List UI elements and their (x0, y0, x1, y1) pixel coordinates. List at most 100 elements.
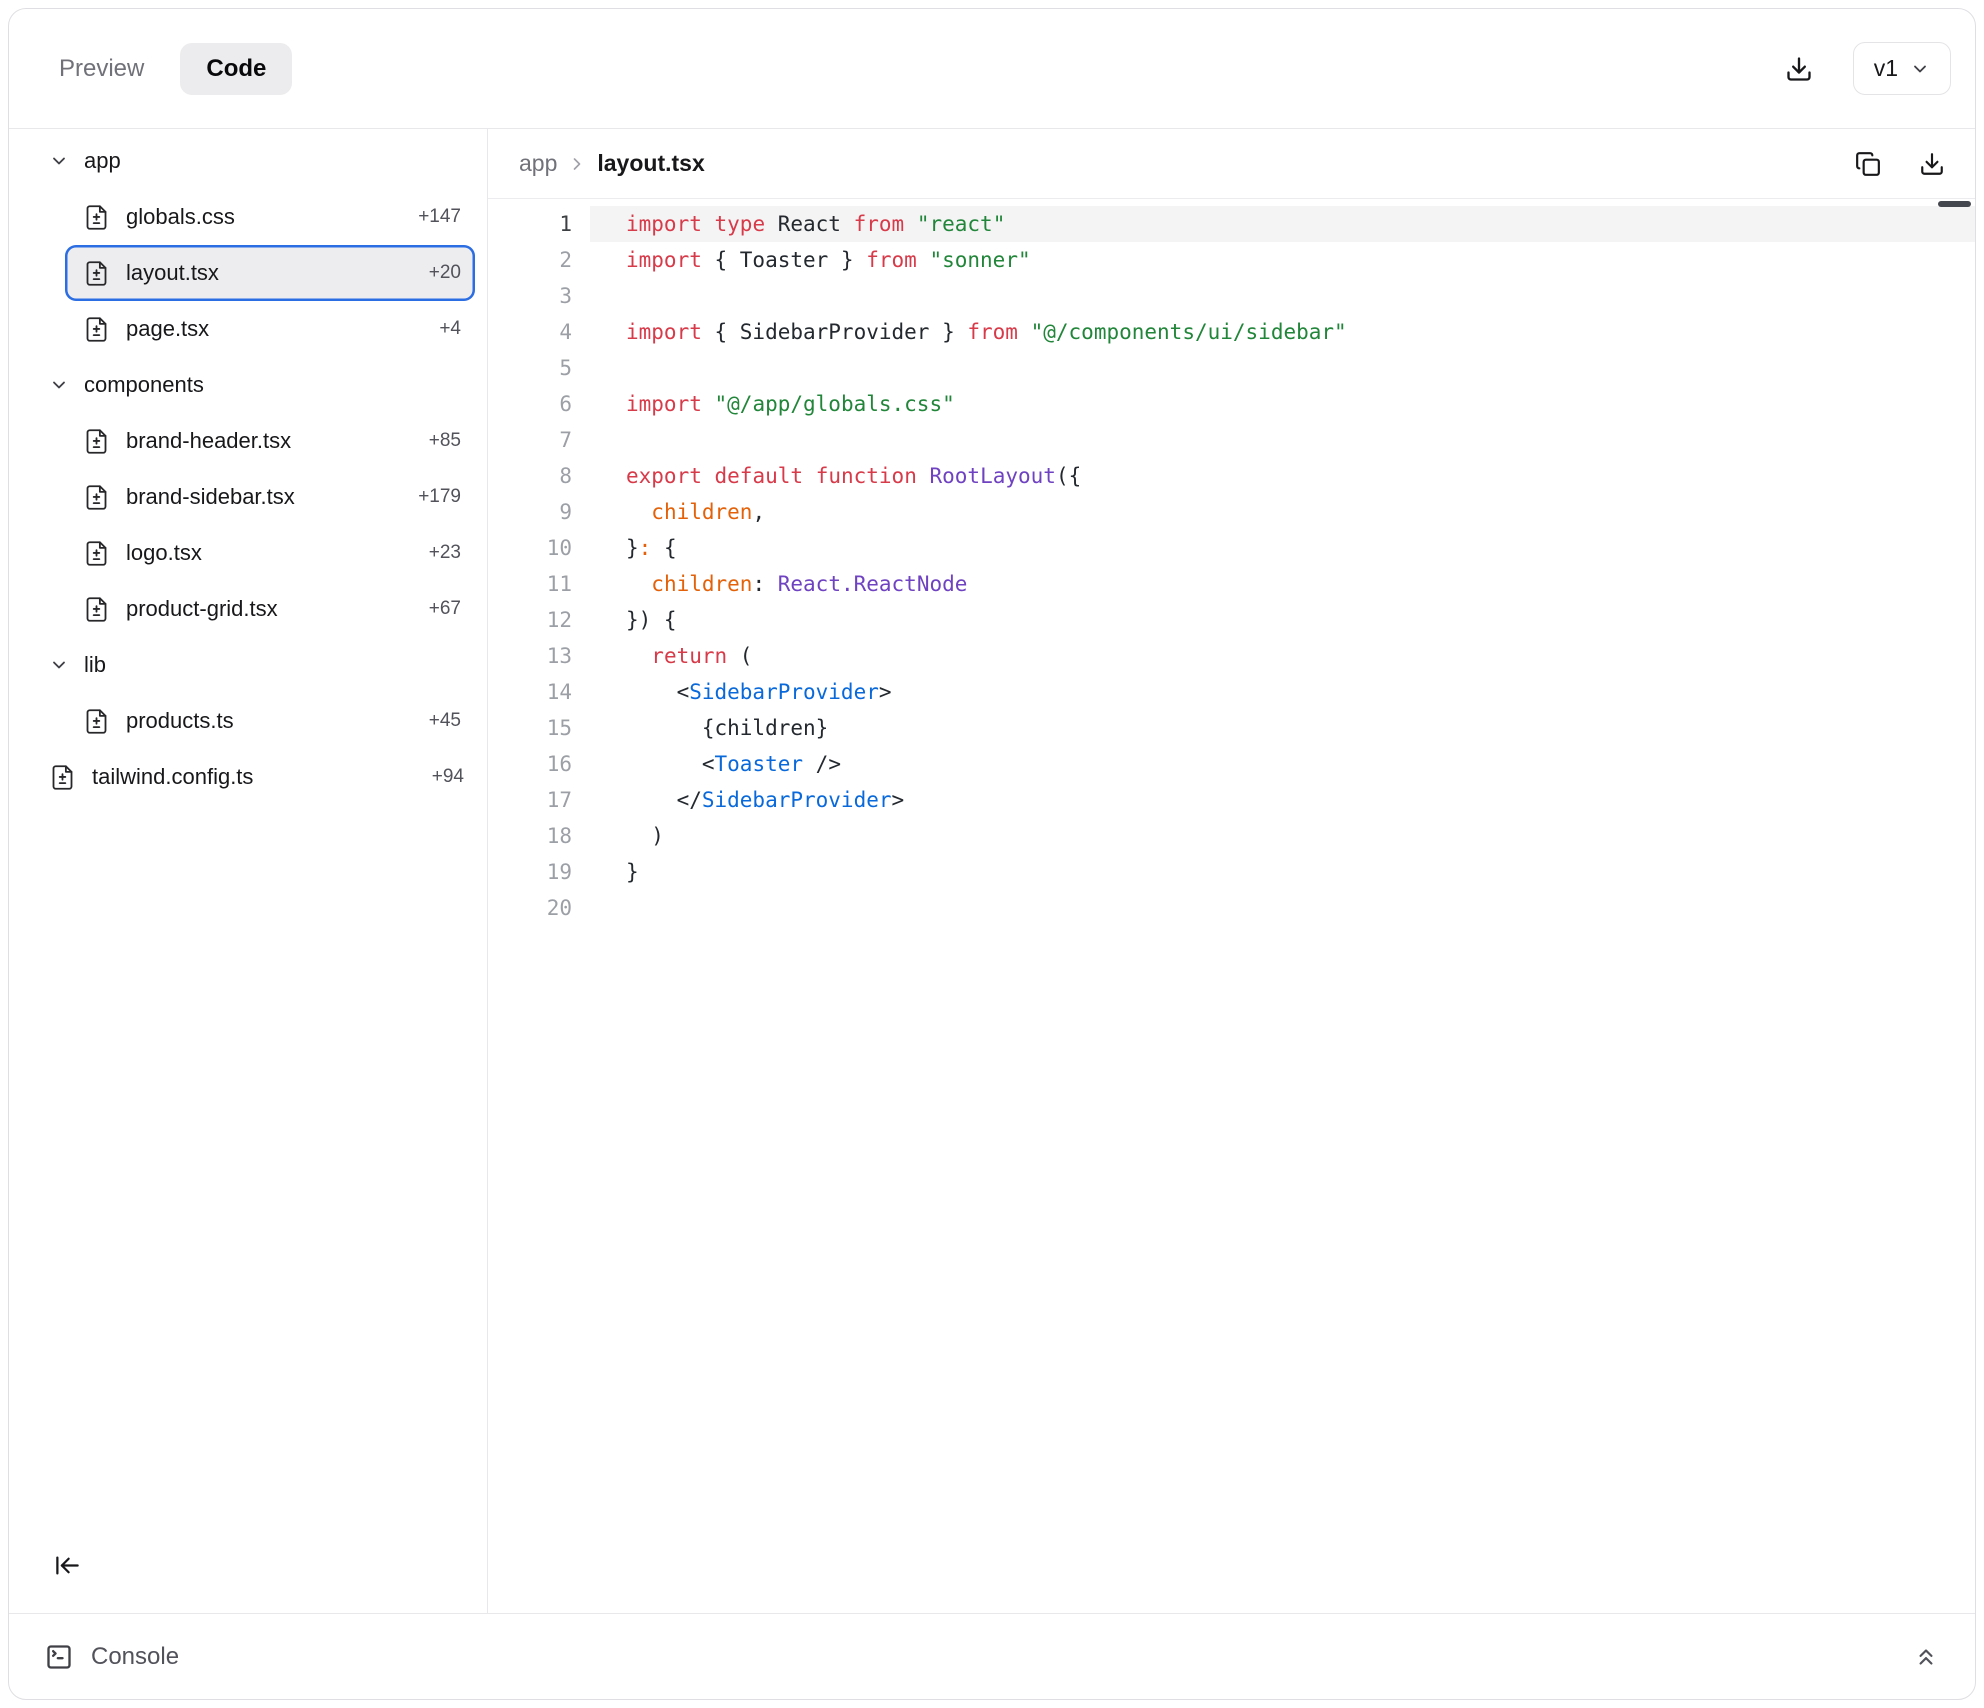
console-bar[interactable]: Console (9, 1613, 1975, 1699)
code-line-content (590, 350, 1975, 386)
file-item-products.ts[interactable]: products.ts +45 (65, 693, 475, 749)
folder-item-app[interactable]: app (9, 133, 487, 189)
diff-count: +23 (429, 542, 461, 564)
tab-preview[interactable]: Preview (49, 43, 154, 95)
diff-count: +179 (418, 486, 461, 508)
chevron-down-icon (49, 655, 69, 675)
file-item-brand-sidebar.tsx[interactable]: brand-sidebar.tsx +179 (65, 469, 475, 525)
code-line-content: }) { (590, 602, 1975, 638)
diff-count: +85 (429, 430, 461, 452)
code-line-20[interactable]: 20 (488, 890, 1975, 926)
code-line-7[interactable]: 7 (488, 422, 1975, 458)
file-item-tailwind.config.ts[interactable]: tailwind.config.ts+94 (9, 749, 487, 805)
line-number: 13 (488, 638, 572, 674)
code-line-11[interactable]: 11 children: React.ReactNode (488, 566, 1975, 602)
code-line-content: return ( (590, 638, 1975, 674)
code-line-2[interactable]: 2 import { Toaster } from "sonner" (488, 242, 1975, 278)
code-line-content: </SidebarProvider> (590, 782, 1975, 818)
file-diff-icon (83, 204, 110, 231)
code-line-19[interactable]: 19} (488, 854, 1975, 890)
file-item-brand-header.tsx[interactable]: brand-header.tsx +85 (65, 413, 475, 469)
code-editor[interactable]: 1import type React from "react"2 import {… (488, 199, 1975, 1613)
file-diff-icon (83, 708, 110, 735)
chevron-down-icon (1910, 59, 1930, 79)
file-item-logo.tsx[interactable]: logo.tsx +23 (65, 525, 475, 581)
code-line-13[interactable]: 13 return ( (488, 638, 1975, 674)
code-line-content (590, 422, 1975, 458)
code-line-14[interactable]: 14 <SidebarProvider> (488, 674, 1975, 710)
file-diff-icon (83, 260, 110, 287)
code-line-content (590, 278, 1975, 314)
tab-code[interactable]: Code (180, 43, 292, 95)
diff-count: +4 (439, 318, 461, 340)
line-number: 12 (488, 602, 572, 638)
code-line-9[interactable]: 9 children, (488, 494, 1975, 530)
copy-icon (1855, 151, 1881, 177)
line-number: 8 (488, 458, 572, 494)
code-line-content: import { Toaster } from "sonner" (590, 242, 1975, 278)
line-number: 2 (488, 242, 572, 278)
tree-item-label: logo.tsx (126, 540, 202, 566)
tree-item-label: products.ts (126, 708, 234, 734)
breadcrumb-folder: app (519, 150, 557, 177)
code-line-content: {children} (590, 710, 1975, 746)
breadcrumb: app layout.tsx (488, 129, 1975, 199)
chevron-down-icon (49, 375, 69, 395)
code-line-content: }: { (590, 530, 1975, 566)
collapse-sidebar-button[interactable] (43, 1541, 91, 1589)
tree-item-label: brand-header.tsx (126, 428, 291, 454)
folder-item-components[interactable]: components (9, 357, 487, 413)
code-line-18[interactable]: 18 ) (488, 818, 1975, 854)
download-file-button[interactable] (1913, 145, 1951, 183)
panel-collapse-icon (54, 1552, 81, 1579)
code-viewer-window: Preview Code v1 app globals.css+147layout… (8, 8, 1976, 1700)
tree-item-label: tailwind.config.ts (92, 764, 253, 790)
code-line-10[interactable]: 10 }: { (488, 530, 1975, 566)
copy-code-button[interactable] (1849, 145, 1887, 183)
scrollbar-thumb[interactable] (1938, 201, 1971, 207)
line-number: 10 (488, 530, 572, 566)
file-sidebar: app globals.css+147layout.tsx+20page.tsx+… (9, 129, 488, 1613)
line-number: 14 (488, 674, 572, 710)
console-label: Console (91, 1643, 179, 1671)
code-line-17[interactable]: 17 </SidebarProvider> (488, 782, 1975, 818)
code-line-1[interactable]: 1import type React from "react" (488, 206, 1975, 242)
terminal-icon (45, 1643, 73, 1671)
version-selector[interactable]: v1 (1853, 42, 1951, 95)
file-item-product-grid.tsx[interactable]: product-grid.tsx+67 (65, 581, 475, 637)
tree-item-label: components (84, 372, 204, 398)
code-line-content (590, 890, 1975, 926)
code-line-4[interactable]: 4import { SidebarProvider } from "@/comp… (488, 314, 1975, 350)
line-number: 17 (488, 782, 572, 818)
chevron-down-icon (49, 151, 69, 171)
code-line-content: import type React from "react" (590, 206, 1975, 242)
line-number: 11 (488, 566, 572, 602)
line-number: 3 (488, 278, 572, 314)
code-line-content: import { SidebarProvider } from "@/compo… (590, 314, 1975, 350)
code-line-5[interactable]: 5 (488, 350, 1975, 386)
file-item-page.tsx[interactable]: page.tsx+4 (65, 301, 475, 357)
code-line-16[interactable]: 16 <Toaster /> (488, 746, 1975, 782)
chevron-right-icon (567, 154, 587, 174)
tree-item-label: brand-sidebar.tsx (126, 484, 295, 510)
expand-console-button[interactable] (1907, 1638, 1945, 1676)
tree-item-label: app (84, 148, 121, 174)
file-diff-icon (83, 316, 110, 343)
code-line-15[interactable]: 15 {children} (488, 710, 1975, 746)
code-line-6[interactable]: 6import "@/app/globals.css" (488, 386, 1975, 422)
folder-item-lib[interactable]: lib (9, 637, 487, 693)
file-diff-icon (83, 484, 110, 511)
code-line-12[interactable]: 12 }) { (488, 602, 1975, 638)
topbar: Preview Code v1 (9, 9, 1975, 129)
code-line-3[interactable]: 3 (488, 278, 1975, 314)
download-button[interactable] (1779, 49, 1819, 89)
line-number: 6 (488, 386, 572, 422)
code-line-8[interactable]: 8export default function RootLayout({ (488, 458, 1975, 494)
file-item-layout.tsx[interactable]: layout.tsx+20 (65, 245, 475, 301)
diff-count: +67 (429, 598, 461, 620)
diff-count: +45 (429, 710, 461, 732)
line-number: 19 (488, 854, 572, 890)
code-line-content: <Toaster /> (590, 746, 1975, 782)
file-diff-icon (83, 540, 110, 567)
file-item-globals.css[interactable]: globals.css+147 (65, 189, 475, 245)
